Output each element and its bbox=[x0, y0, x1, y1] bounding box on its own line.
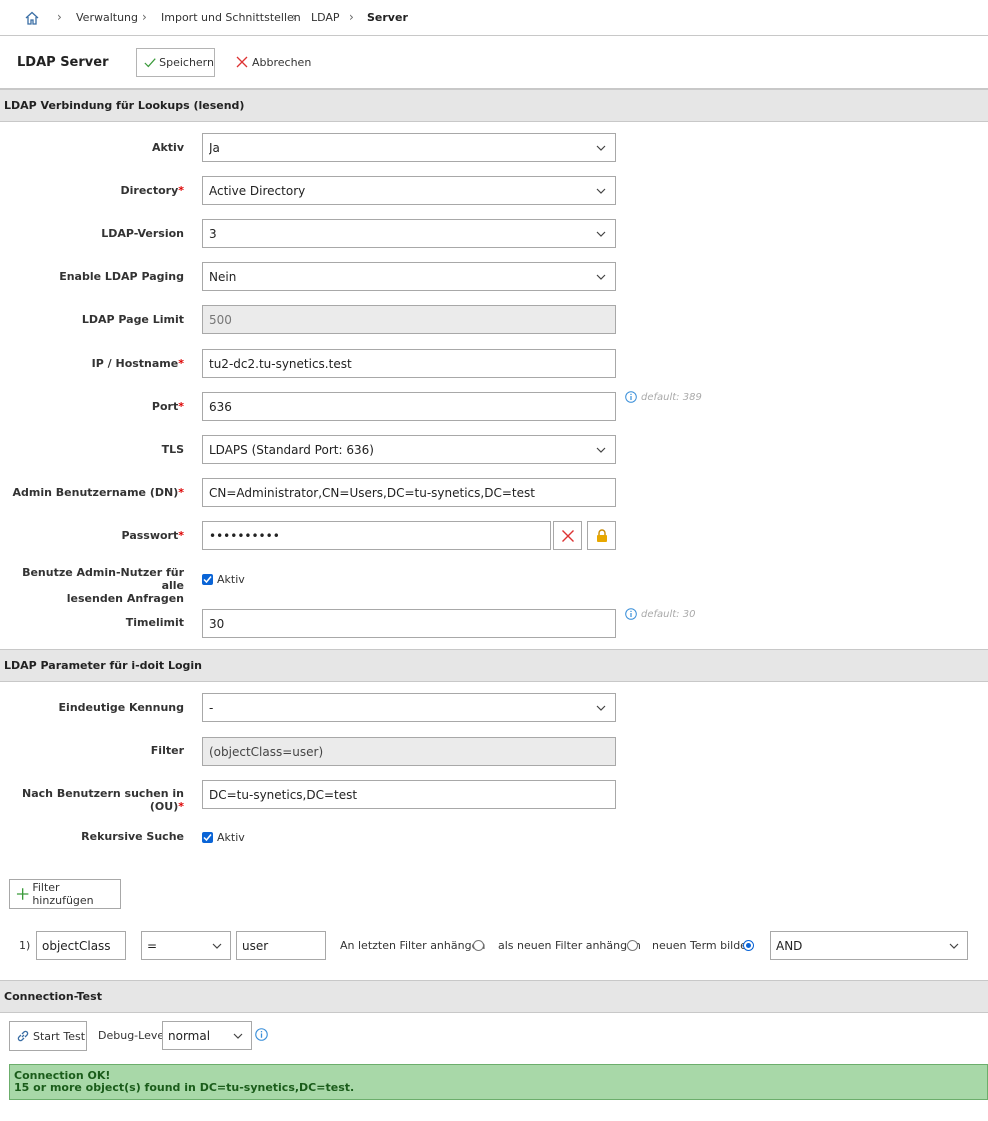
chevron-down-icon bbox=[949, 943, 959, 949]
chevron-down-icon bbox=[596, 705, 606, 711]
lock-icon bbox=[596, 528, 607, 542]
aktiv-label: Aktiv bbox=[151, 141, 184, 154]
tls-label: TLS bbox=[161, 443, 184, 456]
page-limit-label: LDAP Page Limit bbox=[81, 313, 184, 326]
version-label: LDAP-Version bbox=[101, 227, 184, 240]
port-input[interactable]: 636 bbox=[202, 392, 616, 421]
cancel-button-label: Abbrechen bbox=[252, 55, 312, 69]
start-test-button[interactable]: Start Test bbox=[9, 1021, 87, 1051]
title-bar: LDAP Server Speichern Abbrechen bbox=[0, 36, 988, 89]
filter-logic-select[interactable]: AND bbox=[770, 931, 968, 960]
timelimit-input[interactable]: 30 bbox=[202, 609, 616, 638]
page-title: LDAP Server bbox=[17, 55, 109, 70]
timelimit-label: Timelimit bbox=[125, 616, 184, 629]
breadcrumb-import[interactable]: Import und Schnittstellen bbox=[161, 11, 301, 24]
chevron-right-icon: › bbox=[57, 10, 62, 24]
ou-input[interactable]: DC=tu-synetics,DC=test bbox=[202, 780, 616, 809]
filter-operator-select[interactable]: = bbox=[141, 931, 231, 960]
save-button-label: Speichern bbox=[159, 56, 214, 69]
chevron-right-icon: › bbox=[142, 10, 147, 24]
plus-icon bbox=[16, 888, 29, 900]
kennung-select[interactable]: - bbox=[202, 693, 616, 722]
admin-dn-input[interactable]: CN=Administrator,CN=Users,DC=tu-synetics… bbox=[202, 478, 616, 507]
breadcrumb: › Verwaltung › Import und Schnittstellen… bbox=[0, 0, 988, 36]
section-title: LDAP Verbindung für Lookups (lesend) bbox=[4, 99, 245, 112]
admin-dn-label: Admin Benutzername (DN)* bbox=[12, 486, 185, 499]
recursive-checkbox[interactable]: Aktiv bbox=[202, 831, 245, 844]
chevron-right-icon: › bbox=[292, 10, 297, 24]
filter-row-number: 1) bbox=[19, 939, 31, 952]
chevron-down-icon bbox=[596, 274, 606, 280]
password-label: Passwort* bbox=[121, 529, 184, 542]
info-icon bbox=[625, 608, 637, 620]
connection-result: Connection OK! 15 or more object(s) foun… bbox=[9, 1064, 988, 1100]
debug-level-label: Debug-Level bbox=[98, 1029, 168, 1042]
result-detail: 15 or more object(s) found in DC=tu-syne… bbox=[14, 1081, 355, 1094]
unlock-password-button[interactable] bbox=[587, 521, 616, 550]
append-new-label: als neuen Filter anhängen bbox=[498, 939, 641, 952]
checkbox-checked-icon bbox=[202, 832, 213, 843]
append-last-label: An letzten Filter anhängen bbox=[340, 939, 486, 952]
ldap-version-select[interactable]: 3 bbox=[202, 219, 616, 248]
section-title: LDAP Parameter für i-doit Login bbox=[4, 659, 203, 672]
kennung-label: Eindeutige Kennung bbox=[58, 701, 184, 714]
filter-value-input[interactable]: user bbox=[236, 931, 326, 960]
port-label: Port* bbox=[151, 400, 184, 413]
save-button[interactable]: Speichern bbox=[136, 48, 215, 77]
append-new-radio[interactable] bbox=[627, 940, 638, 951]
port-hint: default: 389 bbox=[625, 391, 702, 403]
new-term-radio[interactable] bbox=[743, 940, 754, 951]
chevron-down-icon bbox=[212, 943, 222, 949]
chevron-down-icon bbox=[596, 447, 606, 453]
clear-password-button[interactable] bbox=[553, 521, 582, 550]
breadcrumb-server: Server bbox=[367, 11, 408, 24]
chevron-down-icon bbox=[596, 188, 606, 194]
filter-attribute-input[interactable]: objectClass bbox=[36, 931, 126, 960]
breadcrumb-ldap[interactable]: LDAP bbox=[311, 11, 340, 24]
aktiv-select[interactable]: Ja bbox=[202, 133, 616, 162]
filter-label: Filter bbox=[150, 744, 184, 757]
password-input[interactable]: •••••••••• bbox=[202, 521, 551, 550]
new-term-label: neuen Term bilden bbox=[652, 939, 754, 952]
section-login-header: LDAP Parameter für i-doit Login bbox=[0, 649, 988, 682]
section-title: Connection-Test bbox=[4, 990, 102, 1003]
filter-input: (objectClass=user) bbox=[202, 737, 616, 766]
chevron-down-icon bbox=[596, 231, 606, 237]
append-last-radio[interactable] bbox=[473, 940, 484, 951]
close-icon bbox=[561, 529, 574, 542]
page-limit-input: 500 bbox=[202, 305, 616, 334]
paging-select[interactable]: Nein bbox=[202, 262, 616, 291]
ou-label: Nach Benutzern suchen in (OU)* bbox=[22, 787, 184, 813]
info-icon bbox=[625, 391, 637, 403]
chevron-down-icon bbox=[596, 145, 606, 151]
host-input[interactable]: tu2-dc2.tu-synetics.test bbox=[202, 349, 616, 378]
section-lookup-header: LDAP Verbindung für Lookups (lesend) bbox=[0, 89, 988, 122]
breadcrumb-verwaltung[interactable]: Verwaltung bbox=[76, 11, 138, 24]
check-icon bbox=[144, 57, 156, 67]
close-icon bbox=[236, 56, 248, 68]
info-icon[interactable] bbox=[255, 1028, 268, 1044]
use-admin-checkbox[interactable]: Aktiv bbox=[202, 573, 245, 586]
paging-label: Enable LDAP Paging bbox=[59, 270, 184, 283]
directory-select[interactable]: Active Directory bbox=[202, 176, 616, 205]
chevron-right-icon: › bbox=[349, 10, 354, 24]
use-admin-label: Benutze Admin-Nutzer für alle lesenden An… bbox=[22, 566, 184, 605]
home-icon[interactable] bbox=[24, 10, 40, 26]
section-test-header: Connection-Test bbox=[0, 980, 988, 1013]
checkbox-checked-icon bbox=[202, 574, 213, 585]
tls-select[interactable]: LDAPS (Standard Port: 636) bbox=[202, 435, 616, 464]
directory-label: Directory* bbox=[120, 184, 184, 197]
host-label: IP / Hostname* bbox=[91, 357, 184, 370]
add-filter-button[interactable]: Filter hinzufügen bbox=[9, 879, 121, 909]
recursive-label: Rekursive Suche bbox=[81, 830, 184, 843]
debug-level-select[interactable]: normal bbox=[162, 1021, 252, 1050]
cancel-button[interactable]: Abbrechen bbox=[236, 53, 311, 71]
chevron-down-icon bbox=[233, 1033, 243, 1039]
link-icon bbox=[17, 1030, 29, 1042]
timelimit-hint: default: 30 bbox=[625, 608, 695, 620]
